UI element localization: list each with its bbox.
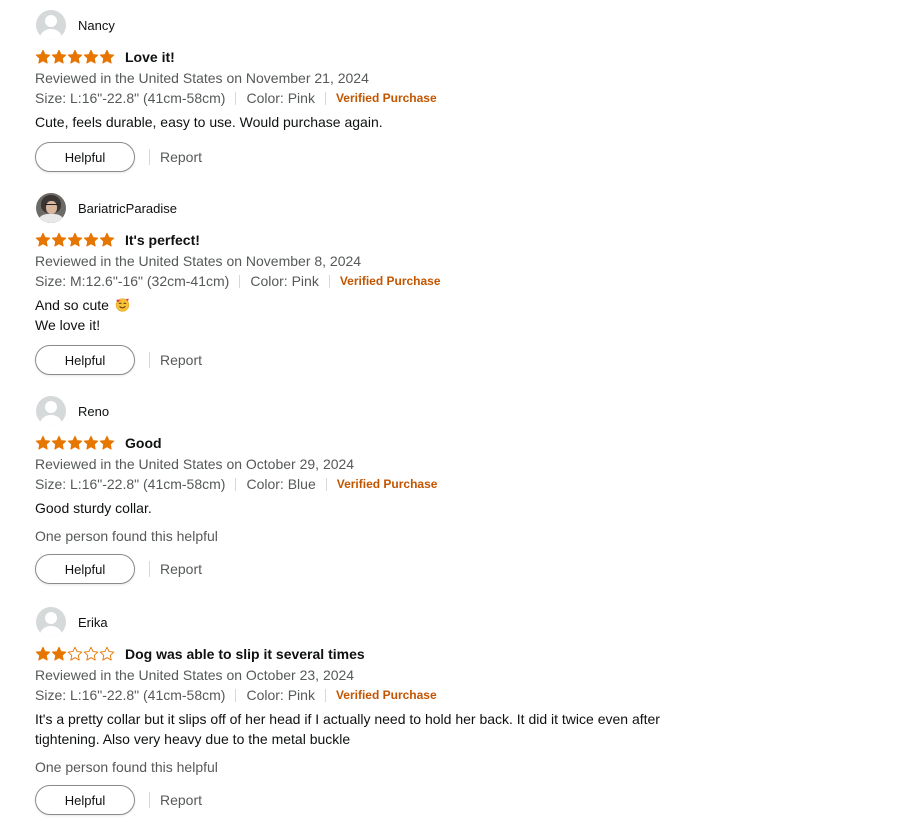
star-filled-icon bbox=[51, 49, 67, 64]
review-date: Reviewed in the United States on October… bbox=[35, 667, 355, 683]
default-avatar-icon bbox=[36, 607, 66, 637]
divider bbox=[235, 477, 237, 491]
default-avatar-icon bbox=[36, 10, 66, 40]
divider bbox=[149, 352, 150, 368]
star-filled-icon bbox=[35, 49, 51, 64]
review-date: Reviewed in the United States on Novembe… bbox=[35, 70, 369, 86]
star-filled-icon bbox=[51, 646, 67, 661]
review-item: Nancy Love it! Reviewed in the United St… bbox=[35, 9, 895, 172]
divider bbox=[328, 274, 330, 288]
star-filled-icon bbox=[83, 49, 99, 64]
review-item: BariatricParadise It's perfect! Reviewed… bbox=[35, 192, 895, 375]
reviewer-profile[interactable]: BariatricParadise bbox=[35, 192, 895, 224]
smiling-face-with-hearts-emoji bbox=[115, 298, 129, 312]
divider bbox=[239, 274, 241, 288]
color-variant: Color: Pink bbox=[246, 687, 315, 703]
helpful-button[interactable]: Helpful bbox=[35, 554, 135, 584]
divider bbox=[149, 149, 150, 165]
review-body: And so cute We love it! bbox=[35, 295, 695, 335]
reviews-list: Nancy Love it! Reviewed in the United St… bbox=[0, 0, 903, 824]
review-body: Good sturdy collar. bbox=[35, 498, 695, 518]
report-link[interactable]: Report bbox=[160, 149, 202, 165]
size-variant[interactable]: Size: L:16"-22.8" (41cm-58cm) bbox=[35, 474, 225, 494]
helpful-button[interactable]: Helpful bbox=[35, 345, 135, 375]
star-empty-icon bbox=[67, 646, 83, 661]
review-text: Good sturdy collar. bbox=[35, 500, 152, 516]
color-variant: Color: Blue bbox=[246, 476, 316, 492]
review-title[interactable]: Love it! bbox=[125, 49, 175, 65]
review-body: Cute, feels durable, easy to use. Would … bbox=[35, 112, 695, 132]
star-filled-icon bbox=[83, 435, 99, 450]
star-filled-icon bbox=[99, 49, 115, 64]
report-link[interactable]: Report bbox=[160, 561, 202, 577]
star-filled-icon bbox=[67, 49, 83, 64]
helpful-button[interactable]: Helpful bbox=[35, 785, 135, 815]
star-rating[interactable] bbox=[35, 435, 115, 451]
star-filled-icon bbox=[99, 435, 115, 450]
review-item: Erika Dog was able to slip it several ti… bbox=[35, 606, 895, 815]
reviewer-profile[interactable]: Nancy bbox=[35, 9, 895, 41]
review-text: And so cute bbox=[35, 297, 109, 313]
reviewer-name[interactable]: BariatricParadise bbox=[78, 201, 177, 216]
star-filled-icon bbox=[99, 232, 115, 247]
verified-purchase-badge[interactable]: Verified Purchase bbox=[340, 271, 441, 291]
profile-photo-avatar bbox=[36, 193, 66, 223]
divider bbox=[149, 792, 150, 808]
reviewer-profile[interactable]: Reno bbox=[35, 395, 895, 427]
star-filled-icon bbox=[35, 646, 51, 661]
helpful-count: One person found this helpful bbox=[35, 759, 218, 775]
star-empty-icon bbox=[83, 646, 99, 661]
review-text: We love it! bbox=[35, 317, 101, 333]
review-title[interactable]: Good bbox=[125, 435, 162, 451]
divider bbox=[235, 91, 237, 105]
review-text: It's a pretty collar but it slips off of… bbox=[35, 711, 660, 747]
verified-purchase-badge[interactable]: Verified Purchase bbox=[336, 685, 437, 705]
review-item: Reno Good Reviewed in the United States … bbox=[35, 395, 895, 584]
review-text: Cute, feels durable, easy to use. Would … bbox=[35, 114, 383, 130]
size-variant[interactable]: Size: M:12.6"-16" (32cm-41cm) bbox=[35, 271, 229, 291]
helpful-button[interactable]: Helpful bbox=[35, 142, 135, 172]
report-link[interactable]: Report bbox=[160, 792, 202, 808]
star-rating[interactable] bbox=[35, 232, 115, 248]
divider bbox=[149, 561, 150, 577]
reviewer-name[interactable]: Reno bbox=[78, 404, 109, 419]
reviewer-profile[interactable]: Erika bbox=[35, 606, 895, 638]
star-filled-icon bbox=[35, 232, 51, 247]
helpful-count: One person found this helpful bbox=[35, 528, 218, 544]
divider bbox=[325, 477, 327, 491]
star-filled-icon bbox=[83, 232, 99, 247]
star-filled-icon bbox=[35, 435, 51, 450]
size-variant[interactable]: Size: L:16"-22.8" (41cm-58cm) bbox=[35, 88, 225, 108]
star-rating[interactable] bbox=[35, 646, 115, 662]
color-variant: Color: Pink bbox=[246, 90, 315, 106]
review-title[interactable]: It's perfect! bbox=[125, 232, 200, 248]
default-avatar-icon bbox=[36, 396, 66, 426]
star-filled-icon bbox=[67, 232, 83, 247]
size-variant[interactable]: Size: L:16"-22.8" (41cm-58cm) bbox=[35, 685, 225, 705]
review-date: Reviewed in the United States on Novembe… bbox=[35, 253, 362, 269]
star-filled-icon bbox=[51, 435, 67, 450]
divider bbox=[235, 688, 237, 702]
star-rating[interactable] bbox=[35, 49, 115, 65]
verified-purchase-badge[interactable]: Verified Purchase bbox=[337, 474, 438, 494]
review-title[interactable]: Dog was able to slip it several times bbox=[125, 646, 365, 662]
divider bbox=[324, 91, 326, 105]
star-empty-icon bbox=[99, 646, 115, 661]
star-filled-icon bbox=[67, 435, 83, 450]
color-variant: Color: Pink bbox=[250, 273, 319, 289]
reviewer-name[interactable]: Erika bbox=[78, 615, 108, 630]
star-filled-icon bbox=[51, 232, 67, 247]
verified-purchase-badge[interactable]: Verified Purchase bbox=[336, 88, 437, 108]
report-link[interactable]: Report bbox=[160, 352, 202, 368]
review-body: It's a pretty collar but it slips off of… bbox=[35, 709, 695, 749]
reviewer-name[interactable]: Nancy bbox=[78, 18, 115, 33]
review-date: Reviewed in the United States on October… bbox=[35, 456, 355, 472]
divider bbox=[324, 688, 326, 702]
